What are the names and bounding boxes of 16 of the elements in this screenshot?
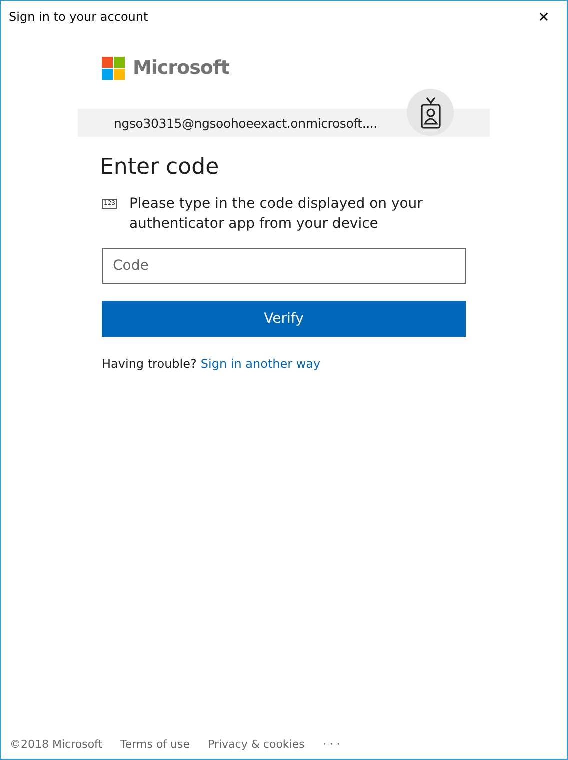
- page-heading: Enter code: [100, 155, 220, 180]
- code-field[interactable]: Code: [102, 248, 466, 284]
- close-button[interactable]: ✕: [521, 1, 567, 32]
- logo-icon: [102, 56, 125, 80]
- verify-button[interactable]: Verify: [102, 301, 466, 337]
- account-email: ngso30315@ngsoohoeexact.onmicrosoft....: [114, 116, 378, 130]
- footer-link[interactable]: · · ·: [322, 738, 340, 750]
- instruction-text: Please type in the code displayed on your authenticator app from your device: [129, 195, 424, 234]
- footer-link[interactable]: Privacy & cookies: [208, 738, 305, 750]
- window-title: Sign in to your account: [9, 10, 148, 24]
- id-badge-icon: [420, 96, 442, 128]
- sign-in-another-way-link[interactable]: Sign in another way: [200, 357, 321, 371]
- brand-name: Microsoft: [133, 57, 230, 79]
- footer-link[interactable]: Terms of use: [120, 738, 190, 750]
- copyright-text: ©2018 Microsoft: [10, 738, 103, 750]
- trouble-text: Having trouble?: [102, 357, 197, 371]
